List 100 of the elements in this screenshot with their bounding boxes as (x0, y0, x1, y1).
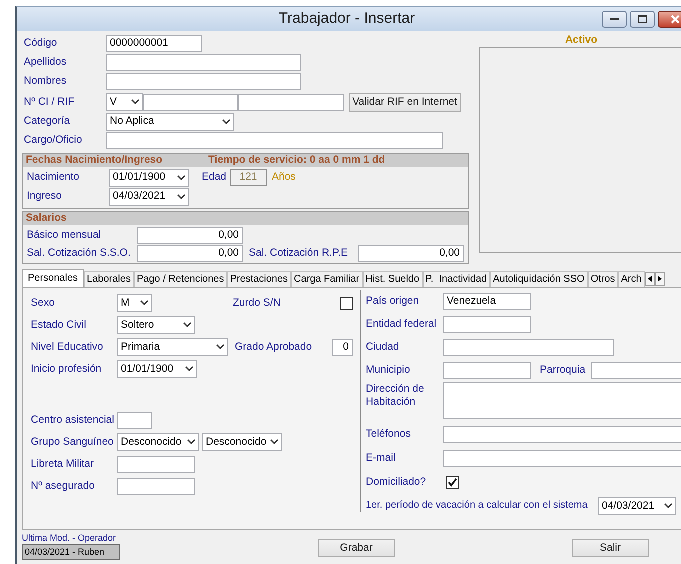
tab[interactable]: Otros (588, 271, 618, 287)
tab[interactable]: Prestaciones (227, 271, 292, 287)
field-label: Nivel Educativo (31, 340, 104, 354)
input-field[interactable]: 0,00 (358, 244, 464, 262)
date-picker[interactable]: 01/01/1900 (109, 168, 189, 186)
input-field[interactable] (117, 412, 152, 428)
checkbox[interactable] (340, 296, 353, 310)
field-label: Inicio profesión (31, 362, 103, 376)
input-field[interactable] (443, 362, 531, 378)
input-field[interactable] (443, 426, 681, 442)
action-button[interactable]: Grabar (318, 539, 395, 557)
age-unit-label: Años (272, 171, 296, 184)
service-time-label: Tiempo de servicio: 0 aa 0 mm 1 dd (208, 154, 386, 167)
input-field[interactable]: 0,00 (137, 244, 243, 262)
action-button[interactable]: Salir (572, 539, 649, 557)
field-label: Centro asistencial (31, 414, 116, 426)
window-title: Trabajador - Insertar (278, 10, 416, 28)
input-field[interactable]: 0 (332, 338, 353, 356)
chevron-icon (183, 322, 192, 328)
chevron-icon (177, 194, 186, 200)
field-label: Estado Civil (31, 318, 88, 332)
tab[interactable]: Carga Familiar (291, 271, 363, 287)
tab[interactable]: Laborales (84, 271, 134, 287)
field-label: 1er. período de vacación a calcular con el sistema (366, 500, 589, 512)
input-field[interactable] (591, 362, 681, 378)
field-label: Zurdo S/N (233, 296, 282, 310)
input-field[interactable] (106, 73, 301, 90)
dropdown[interactable]: Primaria (117, 338, 228, 356)
input-field[interactable] (106, 54, 301, 71)
field-label: Ingreso (27, 190, 64, 203)
input-field[interactable] (117, 456, 195, 472)
field-label: Sexo (31, 296, 56, 310)
field-label: Apellidos (24, 56, 68, 69)
input-field[interactable] (143, 94, 238, 110)
input-field[interactable] (443, 450, 681, 466)
field-label: Edad (202, 171, 228, 184)
field-label: Código (24, 37, 58, 50)
tab[interactable]: Hist. Sueldo (362, 271, 423, 287)
field-label: Teléfonos (366, 428, 412, 440)
validate-button[interactable]: Validar RIF en Internet (349, 92, 461, 112)
field-label: Libreta Militar (31, 458, 96, 470)
field-label: Dirección de Habitación (366, 383, 426, 408)
field-label: País origen (366, 294, 420, 308)
field-label: Municipio (366, 364, 412, 376)
tab[interactable]: P. Inactividad (422, 271, 490, 287)
dropdown[interactable]: Desconocido (117, 433, 199, 451)
checkbox[interactable] (446, 476, 459, 488)
chevron-icon (177, 174, 186, 180)
date-picker[interactable]: 04/03/2021 (109, 188, 189, 206)
input-field[interactable] (117, 478, 195, 494)
field-label: Nº CI / RIF (24, 96, 76, 108)
dropdown[interactable]: V (106, 93, 143, 111)
status-label: Activo (564, 34, 599, 48)
input-field[interactable] (443, 316, 531, 332)
maximize-button[interactable] (630, 10, 655, 28)
field-label: Parroquia (540, 364, 587, 376)
field-label: Nacimiento (27, 171, 81, 184)
last-modified-field: 04/03/2021 - Ruben (22, 544, 120, 560)
date-picker[interactable]: 04/03/2021 (598, 497, 676, 515)
chevron-icon (187, 439, 196, 445)
maximize-icon (638, 14, 647, 24)
chevron-icon (664, 503, 673, 509)
last-modified-label: Ultima Mod. - Operador (22, 533, 118, 544)
chevron-icon (185, 366, 194, 372)
date-picker[interactable]: 01/01/1900 (117, 360, 197, 378)
input-field[interactable]: Venezuela (443, 292, 531, 310)
dropdown[interactable]: M (117, 294, 152, 312)
field-label: Categoría (24, 115, 72, 128)
group-title: Fechas Nacimiento/Ingreso (26, 154, 163, 167)
chevron-icon (131, 99, 140, 105)
scroll-left-button[interactable] (644, 272, 655, 286)
field-label: Nombres (24, 75, 68, 88)
input-field[interactable]: 0,00 (137, 226, 243, 244)
dropdown[interactable]: No Aplica (106, 112, 234, 130)
field-label: Ciudad (366, 340, 400, 354)
input-field[interactable] (238, 94, 344, 110)
close-icon (670, 14, 680, 24)
scroll-right-button[interactable] (654, 272, 665, 286)
field-label: Sal. Cotización S.S.O. (27, 246, 132, 260)
dropdown[interactable]: Soltero (117, 316, 195, 334)
chevron-icon (222, 118, 231, 124)
input-field[interactable] (443, 338, 614, 356)
field-label: Domiciliado? (366, 476, 428, 488)
input-field[interactable] (443, 382, 681, 419)
field-label: E-mail (366, 452, 397, 464)
dropdown[interactable]: Desconocido (202, 433, 282, 451)
input-field[interactable] (106, 132, 443, 149)
field-label: Básico mensual (27, 228, 102, 242)
tab[interactable]: Pago / Retenciones (134, 271, 228, 287)
chevron-icon (140, 300, 149, 306)
chevron-icon (270, 439, 279, 445)
tab[interactable]: Autoliquidación SSO (490, 271, 588, 287)
minimize-button[interactable] (602, 10, 627, 28)
input-field[interactable]: 121 (230, 169, 267, 186)
field-label: Grado Aprobado (235, 340, 314, 354)
field-label: Cargo/Oficio (24, 134, 84, 147)
field-label: Sal. Cotización R.P.E (249, 246, 350, 260)
tab[interactable]: Arch (618, 271, 645, 287)
tab[interactable]: Personales (22, 269, 84, 287)
input-field[interactable]: 0000000001 (106, 35, 202, 52)
